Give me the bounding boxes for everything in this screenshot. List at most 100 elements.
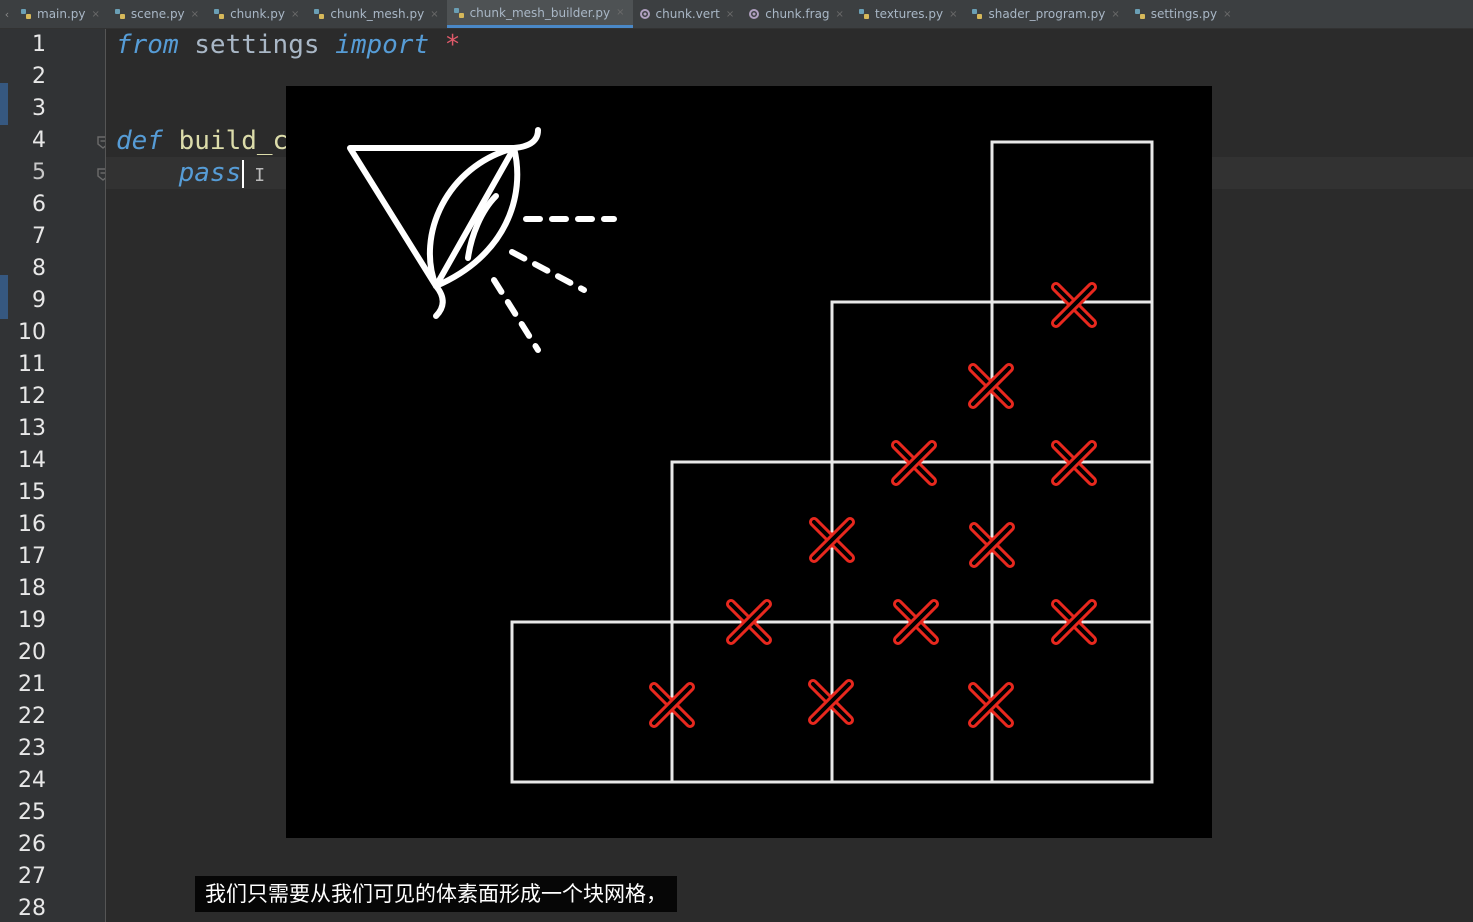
tab-close-icon[interactable]: ×	[291, 9, 299, 20]
tab-scene-py[interactable]: scene.py ×	[108, 0, 207, 28]
tab-close-icon[interactable]: ×	[92, 9, 100, 20]
python-file-icon	[213, 8, 225, 20]
tab-shader-program-py[interactable]: shader_program.py ×	[965, 0, 1127, 28]
code-line-1[interactable]: from settings import *	[116, 29, 460, 61]
voxel-block	[670, 460, 834, 624]
tab-chunk-vert[interactable]: chunk.vert ×	[633, 0, 743, 28]
tab-chunk-mesh-builder-py[interactable]: chunk_mesh_builder.py ×	[446, 0, 633, 28]
line-number: 14	[18, 448, 46, 473]
voxel-block	[990, 620, 1154, 784]
function-name: build_c	[162, 126, 289, 156]
python-file-icon	[20, 8, 32, 20]
line-number: 26	[18, 832, 46, 857]
python-file-icon	[971, 8, 983, 20]
line-number: 19	[18, 608, 46, 633]
python-file-icon	[313, 8, 325, 20]
import-star: *	[429, 30, 461, 60]
editor-tab-bar: ‹ main.py × scene.py × chunk.py × chunk_mesh.p…	[0, 0, 1473, 29]
code-line-4[interactable]: def build_c	[116, 125, 288, 157]
tab-label: chunk.py	[230, 7, 285, 21]
tab-label: chunk_mesh.py	[330, 7, 425, 21]
voxel-block	[830, 620, 994, 784]
line-number: 6	[32, 192, 46, 217]
tab-close-icon[interactable]: ×	[949, 9, 957, 20]
tab-label: settings.py	[1150, 7, 1218, 21]
project-tool-strip	[0, 29, 8, 922]
text-caret	[242, 159, 245, 188]
tab-close-icon[interactable]: ×	[1111, 9, 1119, 20]
tab-chunk-frag[interactable]: chunk.frag ×	[742, 0, 852, 28]
line-number-gutter: 1 2 3 4 5 6 7 8 9 10 11 12 13 14 15 16 17 18 19 20 21 22 23 24 2…	[8, 29, 109, 922]
python-file-icon	[858, 8, 870, 20]
shader-file-icon	[748, 8, 760, 20]
tab-label: chunk.frag	[765, 7, 830, 21]
line-number: 5	[32, 160, 46, 185]
tab-label: scene.py	[130, 7, 185, 21]
tab-label: main.py	[37, 7, 86, 21]
line-number: 16	[18, 512, 46, 537]
line-number: 25	[18, 800, 46, 825]
python-file-icon	[1134, 8, 1146, 20]
tool-strip-marker[interactable]	[0, 83, 8, 125]
line-number: 17	[18, 544, 46, 569]
tab-close-icon[interactable]: ×	[616, 7, 624, 18]
voxel-block	[990, 460, 1154, 624]
tab-scroll-left-icon[interactable]: ‹	[0, 0, 14, 28]
tab-settings-py[interactable]: settings.py ×	[1128, 0, 1240, 28]
keyword-import: import	[335, 30, 430, 60]
voxel-grid	[510, 140, 1154, 784]
line-number: 15	[18, 480, 46, 505]
tab-label: chunk.vert	[655, 7, 720, 21]
line-number: 18	[18, 576, 46, 601]
line-number: 12	[18, 384, 46, 409]
voxel-block	[510, 620, 674, 784]
tab-close-icon[interactable]: ×	[836, 9, 844, 20]
eye-icon	[347, 127, 617, 353]
tab-close-icon[interactable]: ×	[1223, 9, 1231, 20]
line-number: 4	[32, 128, 46, 153]
line-number: 24	[18, 768, 46, 793]
tab-close-icon[interactable]: ×	[430, 9, 438, 20]
line-number: 8	[32, 256, 46, 281]
voxel-block	[990, 300, 1154, 464]
tab-chunk-py[interactable]: chunk.py ×	[207, 0, 307, 28]
video-subtitle: 我们只需要从我们可见的体素面形成一个块网格，	[195, 876, 677, 912]
keyword-def: def	[116, 126, 163, 156]
line-number: 7	[32, 224, 46, 249]
tab-close-icon[interactable]: ×	[726, 9, 734, 20]
voxel-block	[830, 460, 994, 624]
line-number: 2	[32, 64, 46, 89]
tool-strip-marker[interactable]	[0, 275, 8, 319]
python-file-icon	[453, 7, 465, 19]
line-number: 23	[18, 736, 46, 761]
x-mark-icon	[1051, 282, 1097, 328]
line-number: 22	[18, 704, 46, 729]
line-number: 3	[32, 96, 46, 121]
keyword-from: from	[116, 30, 179, 60]
line-number: 28	[18, 896, 46, 921]
module-name: settings	[178, 30, 336, 60]
line-number: 1	[32, 32, 46, 57]
line-number: 21	[18, 672, 46, 697]
diagram-canvas	[347, 127, 1154, 784]
keyword-pass: pass	[178, 158, 242, 188]
tab-label: chunk_mesh_builder.py	[469, 5, 611, 20]
line-number: 10	[18, 320, 46, 345]
voxel-block	[990, 140, 1154, 304]
line-number: 20	[18, 640, 46, 665]
voxel-block	[830, 300, 994, 464]
voxel-block	[670, 620, 834, 784]
line-number: 27	[18, 864, 46, 889]
tab-main-py[interactable]: main.py ×	[14, 0, 108, 28]
tab-label: shader_program.py	[988, 7, 1106, 21]
tab-textures-py[interactable]: textures.py ×	[852, 0, 966, 28]
voxel-face-diagram	[286, 86, 1212, 838]
tab-close-icon[interactable]: ×	[191, 9, 199, 20]
ibeam-cursor-icon: I	[254, 165, 266, 186]
line-number: 13	[18, 416, 46, 441]
tab-label: textures.py	[874, 7, 944, 21]
code-line-5[interactable]: pass I	[116, 157, 265, 189]
tab-chunk-mesh-py[interactable]: chunk_mesh.py ×	[307, 0, 446, 28]
hidden-face-marks	[649, 282, 1097, 728]
